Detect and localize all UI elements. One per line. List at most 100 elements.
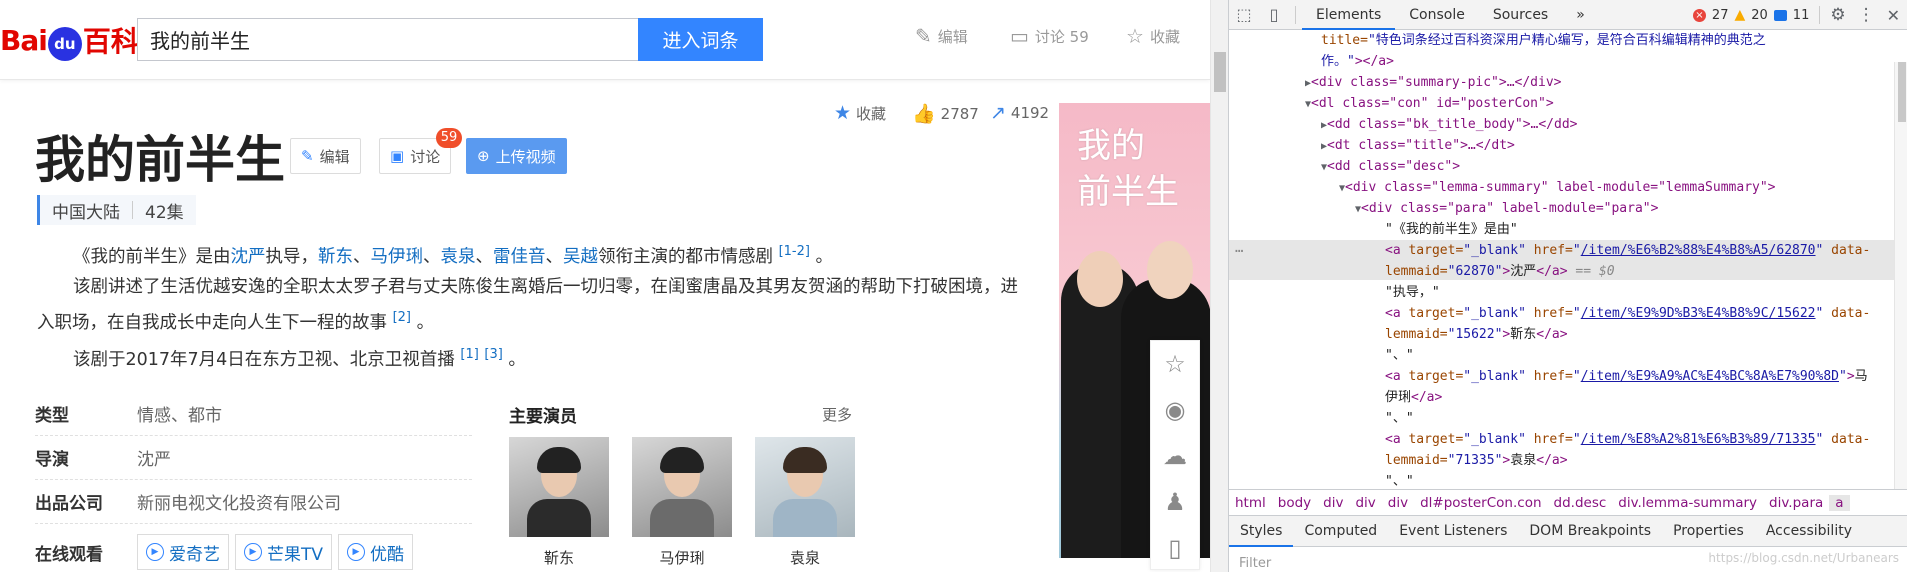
dom-line[interactable]: "、": [1385, 345, 1414, 366]
tab-properties[interactable]: Properties: [1662, 516, 1755, 547]
cast-more-link[interactable]: 更多: [822, 404, 852, 425]
wechat-icon[interactable]: ☁: [1151, 433, 1199, 479]
scrollbar-thumb[interactable]: [1898, 62, 1906, 122]
node-actions-ellipsis[interactable]: …: [1235, 238, 1243, 259]
dom-line[interactable]: "《我的前半生》是由": [1385, 219, 1518, 240]
issues-summary[interactable]: × 27 ▲ 20 11 ⚙ ⋮ ✕: [1692, 0, 1907, 30]
actor-link[interactable]: 吴越: [563, 247, 598, 267]
page-scrollbar[interactable]: [1210, 0, 1228, 572]
dom-line[interactable]: ▶<div class="summary-pic">…</div>: [1305, 72, 1561, 94]
inspect-element-icon[interactable]: ⬚: [1229, 5, 1259, 24]
qq-icon[interactable]: ♟: [1151, 479, 1199, 525]
reference-link[interactable]: [1]: [460, 347, 478, 362]
href-link[interactable]: /item/%E6%B2%88%E4%B8%A5/62870: [1581, 243, 1816, 258]
tab-sources[interactable]: Sources: [1479, 0, 1562, 30]
device-toolbar-icon[interactable]: ▯: [1259, 5, 1289, 24]
tab-elements[interactable]: Elements: [1302, 0, 1396, 30]
tag: <dt class="title">…</dt>: [1327, 138, 1515, 153]
top-discuss-link[interactable]: ▭ 讨论 59: [1010, 24, 1089, 48]
baidu-baike-logo[interactable]: Bai du 百科: [0, 14, 139, 66]
dom-tree-scrollbar[interactable]: [1894, 62, 1907, 489]
cast-card[interactable]: 靳东: [509, 437, 609, 568]
weibo-icon[interactable]: ◉: [1151, 387, 1199, 433]
reference-link[interactable]: [3]: [484, 347, 502, 362]
star-icon: ★: [834, 102, 852, 124]
crumb[interactable]: div.lemma-summary: [1612, 495, 1763, 511]
href-link[interactable]: /item/%E8%A2%81%E6%B3%89/71335: [1581, 432, 1816, 447]
crumb[interactable]: html: [1229, 495, 1272, 511]
crumb[interactable]: div: [1382, 495, 1414, 511]
director-link[interactable]: 沈严: [231, 247, 266, 267]
href-link[interactable]: /item/%E9%9D%B3%E4%B8%9C/15622: [1581, 306, 1816, 321]
crumb[interactable]: body: [1272, 495, 1317, 511]
tab-console[interactable]: Console: [1395, 0, 1479, 30]
tab-styles[interactable]: Styles: [1229, 516, 1294, 547]
href-link[interactable]: /item/%E9%A9%AC%E4%BC%8A%E7%90%8D: [1581, 369, 1839, 384]
poster-title-line2: 前半生: [1077, 172, 1179, 212]
actor-link[interactable]: 雷佳音: [493, 247, 546, 267]
dom-line[interactable]: ▶<dt class="title">…</dt>: [1321, 135, 1515, 157]
dom-line[interactable]: 伊琍</a>: [1385, 387, 1442, 408]
kebab-menu-icon[interactable]: ⋮: [1852, 5, 1881, 25]
dom-line[interactable]: ▼<dl class="con" id="posterCon">: [1305, 93, 1554, 115]
search-input[interactable]: [137, 18, 639, 61]
platform-label: 爱奇艺: [169, 544, 220, 565]
scrollbar-thumb[interactable]: [1214, 52, 1226, 92]
dom-line[interactable]: ▼<div class="para" label-module="para">: [1355, 198, 1658, 220]
gear-icon[interactable]: ⚙: [1830, 5, 1845, 25]
crumb[interactable]: div: [1349, 495, 1381, 511]
watch-youku-button[interactable]: ▶ 优酷: [338, 534, 414, 570]
star-icon[interactable]: ☆: [1151, 341, 1199, 387]
info-value: 情感、都市: [137, 406, 222, 426]
tab-dom-breakpoints[interactable]: DOM Breakpoints: [1518, 516, 1662, 547]
top-edit-link[interactable]: ✎ 编辑: [915, 24, 968, 48]
logo-baike: 百科: [82, 25, 139, 58]
crumb-current[interactable]: a: [1829, 494, 1850, 511]
dom-line[interactable]: "、": [1385, 408, 1414, 429]
dom-line[interactable]: ▼<dd class="desc">: [1321, 156, 1460, 178]
collect-stat[interactable]: ★ 收藏: [834, 102, 886, 124]
crumb[interactable]: div: [1317, 495, 1349, 511]
dom-line-selected[interactable]: lemmaid="62870">沈严</a> == $0: [1385, 261, 1615, 282]
tab-computed[interactable]: Computed: [1293, 516, 1388, 547]
dom-line[interactable]: ▼<div class="lemma-summary" label-module…: [1339, 177, 1776, 199]
dom-line[interactable]: ▶<dd class="bk_title_body">…</dd>: [1321, 114, 1577, 136]
dom-line[interactable]: 作。"></a>: [1321, 51, 1394, 72]
cast-card[interactable]: 袁泉: [755, 437, 855, 568]
text-node: "执导，": [1385, 285, 1440, 300]
share-stat[interactable]: ↗ 4192: [990, 102, 1049, 124]
tab-event-listeners[interactable]: Event Listeners: [1388, 516, 1518, 547]
actor-link[interactable]: 袁泉: [441, 247, 476, 267]
dom-line[interactable]: lemmaid="71335">袁泉</a>: [1385, 450, 1568, 471]
dom-line[interactable]: "、": [1385, 471, 1414, 489]
close-icon[interactable]: ✕: [1887, 6, 1900, 25]
tab-accessibility[interactable]: Accessibility: [1755, 516, 1863, 547]
dom-line[interactable]: "执导，": [1385, 282, 1440, 303]
dom-line[interactable]: <a target="_blank" href="/item/%E8%A2%81…: [1385, 429, 1870, 450]
reference-link[interactable]: [2]: [393, 310, 411, 325]
watch-iqiyi-button[interactable]: ▶ 爱奇艺: [137, 534, 229, 570]
crumb[interactable]: dl#posterCon.con: [1414, 495, 1547, 511]
platform-label: 芒果TV: [267, 544, 324, 565]
dom-line-selected[interactable]: <a target="_blank" href="/item/%E6%B2%88…: [1385, 240, 1870, 261]
dom-line[interactable]: title="特色词条经过百科资深用户精心编写，是符合百科编辑精神的典范之: [1321, 31, 1766, 51]
devtools-tabbar: ⬚ ▯ Elements Console Sources » × 27 ▲ 20 1…: [1229, 0, 1907, 30]
dom-line[interactable]: lemmaid="15622">靳东</a>: [1385, 324, 1568, 345]
reference-link[interactable]: [1-2]: [779, 244, 810, 259]
edit-button[interactable]: ✎ 编辑: [290, 138, 361, 174]
styles-filter-input[interactable]: Filter: [1239, 556, 1271, 571]
cast-card[interactable]: 马伊琍: [632, 437, 732, 568]
actor-link[interactable]: 靳东: [318, 247, 353, 267]
more-tabs-button[interactable]: »: [1562, 0, 1599, 30]
enter-entry-button[interactable]: 进入词条: [638, 18, 763, 61]
like-stat[interactable]: 👍 2787: [912, 102, 979, 125]
dom-line[interactable]: <a target="_blank" href="/item/%E9%9D%B3…: [1385, 303, 1870, 324]
dom-line[interactable]: <a target="_blank" href="/item/%E9%A9%AC…: [1385, 366, 1868, 387]
top-collect-link[interactable]: ☆ 收藏: [1126, 24, 1180, 48]
crumb[interactable]: dd.desc: [1548, 495, 1613, 511]
mobile-icon[interactable]: ▯: [1151, 525, 1199, 571]
upload-video-button[interactable]: ⊕ 上传视频: [466, 138, 567, 174]
watch-mgtv-button[interactable]: ▶ 芒果TV: [235, 534, 333, 570]
actor-link[interactable]: 马伊琍: [371, 247, 424, 267]
crumb[interactable]: div.para: [1763, 495, 1829, 511]
